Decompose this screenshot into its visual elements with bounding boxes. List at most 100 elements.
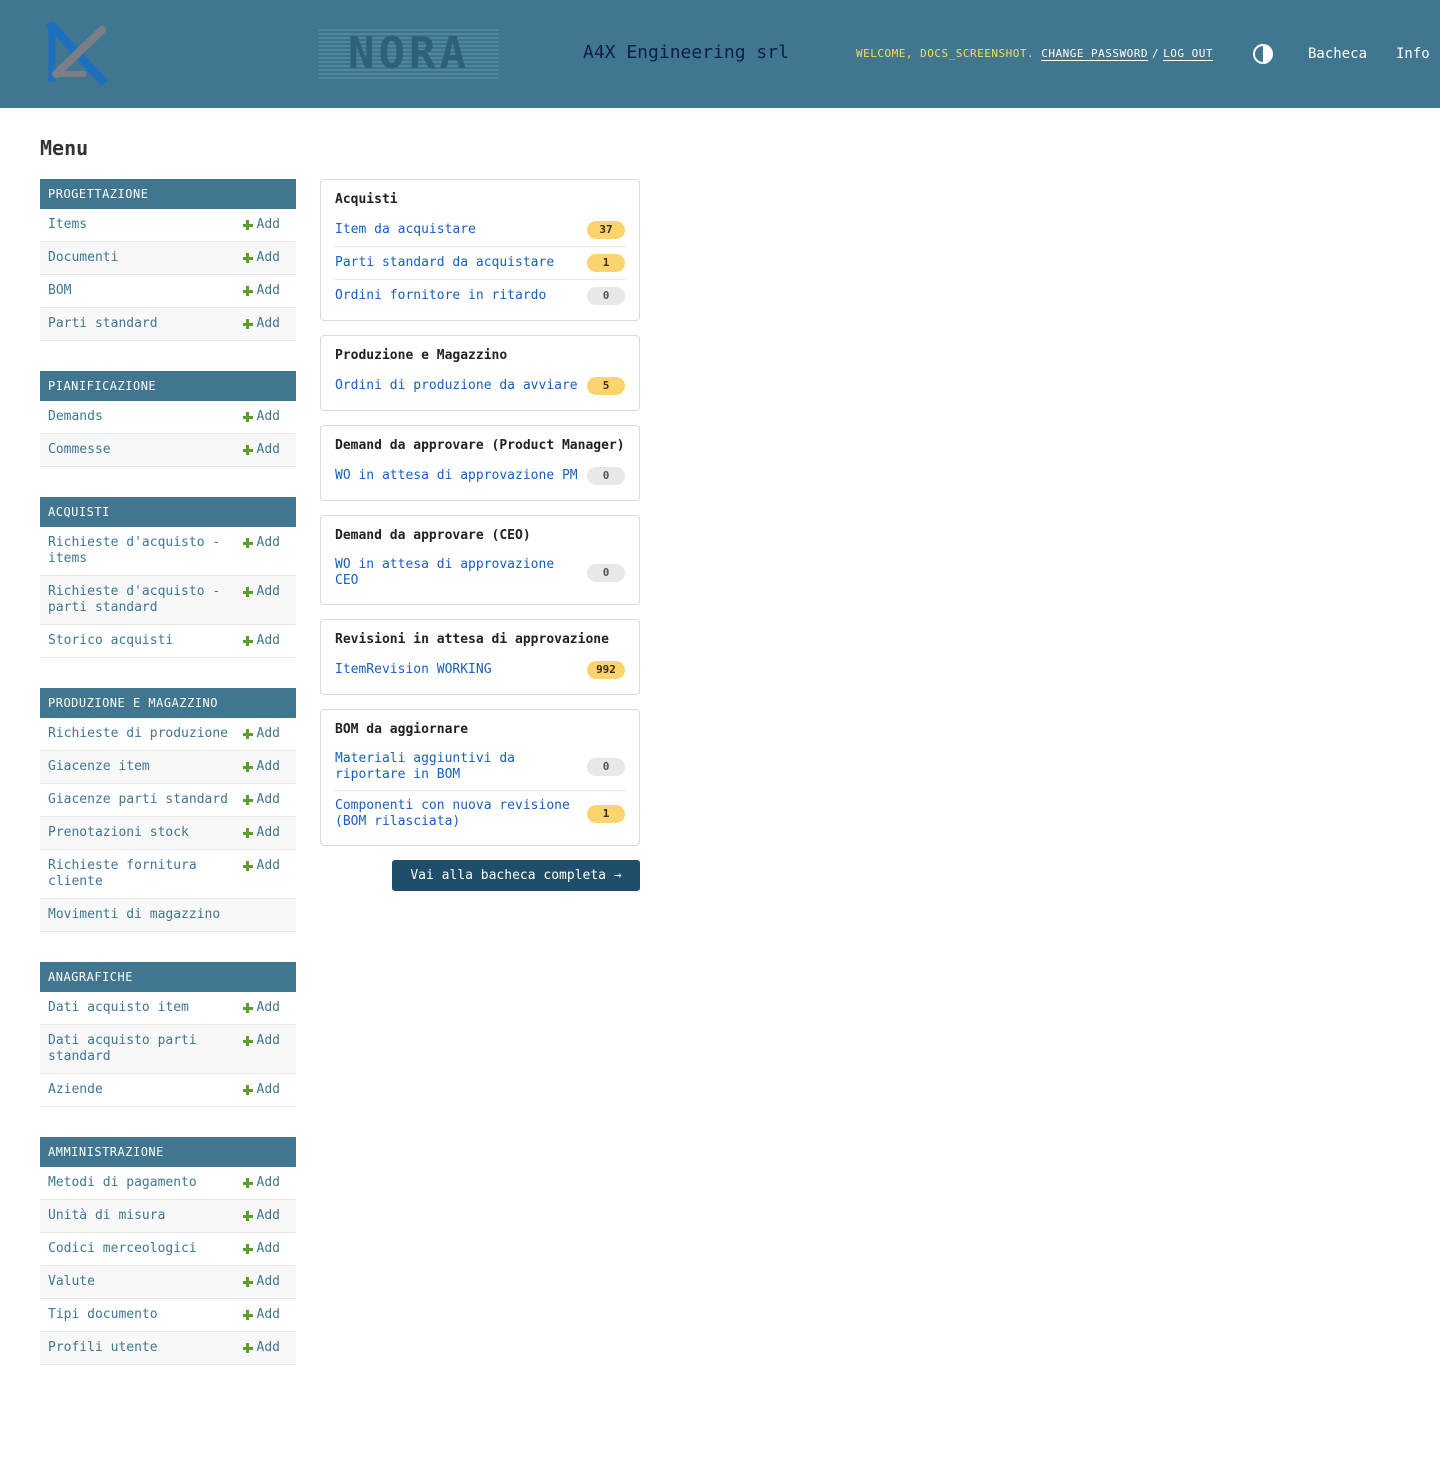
menu-row-tipi-documento: Tipi documento Add	[40, 1299, 296, 1332]
add-button[interactable]: Add	[242, 535, 280, 551]
add-label: Add	[256, 584, 280, 599]
menu-link-commesse[interactable]: Commesse	[48, 442, 111, 458]
logout-link[interactable]: LOG OUT	[1163, 47, 1213, 60]
menu-link-documenti[interactable]: Documenti	[48, 250, 118, 266]
a4x-logo-icon[interactable]	[45, 19, 109, 87]
add-button[interactable]: Add	[242, 858, 280, 874]
add-label: Add	[256, 726, 280, 741]
card-demand-da-approvare-product-manager: Demand da approvare (Product Manager) WO …	[320, 425, 640, 501]
add-button[interactable]: Add	[242, 1082, 280, 1098]
menu-link-prenotazioni-stock[interactable]: Prenotazioni stock	[48, 825, 189, 841]
add-button[interactable]: Add	[242, 409, 280, 425]
full-dashboard-button[interactable]: Vai alla bacheca completa →	[392, 860, 640, 891]
add-button[interactable]: Add	[242, 1175, 280, 1191]
menu-row-richieste-d-acquisto-items: Richieste d'acquisto - items Add	[40, 527, 296, 576]
menu-row-richieste-fornitura-cliente: Richieste fornitura cliente Add	[40, 850, 296, 899]
menu-link-richieste-di-produzione[interactable]: Richieste di produzione	[48, 726, 228, 742]
add-button[interactable]: Add	[242, 759, 280, 775]
menu-link-metodi-di-pagamento[interactable]: Metodi di pagamento	[48, 1175, 197, 1191]
add-button[interactable]: Add	[242, 1000, 280, 1016]
menu-link-parti-standard[interactable]: Parti standard	[48, 316, 158, 332]
card-link-componenti-con-nuova-revisione-bom-rilasciata[interactable]: Componenti con nuova revisione (BOM rila…	[335, 798, 580, 830]
add-button[interactable]: Add	[242, 283, 280, 299]
add-button[interactable]: Add	[242, 442, 280, 458]
menu-link-richieste-d-acquisto-items[interactable]: Richieste d'acquisto - items	[48, 535, 233, 567]
menu-link-richieste-d-acquisto-parti-standard[interactable]: Richieste d'acquisto - parti standard	[48, 584, 233, 616]
module-amministrazione: AMMINISTRAZIONE Metodi di pagamento Add Uni…	[40, 1137, 296, 1365]
app-menu: PROGETTAZIONE Items Add Documenti Add BOM Add P…	[40, 179, 296, 1395]
add-button[interactable]: Add	[242, 726, 280, 742]
menu-link-profili-utente[interactable]: Profili utente	[48, 1340, 158, 1356]
card-link-wo-in-attesa-di-approvazione-ceo[interactable]: WO in attesa di approvazione CEO	[335, 557, 580, 589]
menu-link-dati-acquisto-parti-standard[interactable]: Dati acquisto parti standard	[48, 1033, 233, 1065]
menu-link-bom[interactable]: BOM	[48, 283, 71, 299]
add-button[interactable]: Add	[242, 584, 280, 600]
add-button[interactable]: Add	[242, 1033, 280, 1049]
add-button[interactable]: Add	[242, 217, 280, 233]
menu-link-unita-di-misura[interactable]: Unità di misura	[48, 1208, 165, 1224]
module-caption: PIANIFICAZIONE	[40, 371, 296, 401]
menu-row-dati-acquisto-item: Dati acquisto item Add	[40, 992, 296, 1025]
menu-link-valute[interactable]: Valute	[48, 1274, 95, 1290]
nav-info-link[interactable]: Info	[1396, 46, 1430, 62]
add-label: Add	[256, 1241, 280, 1256]
card-title: BOM da aggiornare	[335, 722, 469, 737]
add-button[interactable]: Add	[242, 1241, 280, 1257]
menu-link-giacenze-item[interactable]: Giacenze item	[48, 759, 150, 775]
plus-icon	[242, 795, 253, 805]
menu-link-codici-merceologici[interactable]: Codici merceologici	[48, 1241, 197, 1257]
menu-link-demands[interactable]: Demands	[48, 409, 103, 425]
plus-icon	[242, 319, 253, 329]
menu-link-storico-acquisti[interactable]: Storico acquisti	[48, 633, 173, 649]
add-button[interactable]: Add	[242, 316, 280, 332]
add-button[interactable]: Add	[242, 250, 280, 266]
menu-link-giacenze-parti-standard[interactable]: Giacenze parti standard	[48, 792, 228, 808]
user-tools: WELCOME, DOCS_SCREENSHOT. CHANGE PASSWOR…	[856, 47, 1213, 60]
menu-row-richieste-d-acquisto-parti-standard: Richieste d'acquisto - parti standard Add	[40, 576, 296, 625]
menu-link-items[interactable]: Items	[48, 217, 87, 233]
nav-bacheca-link[interactable]: Bacheca	[1308, 46, 1367, 62]
menu-row-richieste-di-produzione: Richieste di produzione Add	[40, 718, 296, 751]
card-row: ItemRevision WORKING 992	[335, 654, 625, 686]
add-button[interactable]: Add	[242, 825, 280, 841]
add-button[interactable]: Add	[242, 1340, 280, 1356]
count-badge: 0	[587, 287, 625, 305]
menu-row-demands: Demands Add	[40, 401, 296, 434]
menu-row-storico-acquisti: Storico acquisti Add	[40, 625, 296, 658]
add-label: Add	[256, 535, 280, 550]
menu-link-richieste-fornitura-cliente[interactable]: Richieste fornitura cliente	[48, 858, 233, 890]
card-link-itemrevision-working[interactable]: ItemRevision WORKING	[335, 662, 492, 678]
card-link-materiali-aggiuntivi-da-riportare-in-bom[interactable]: Materiali aggiuntivi da riportare in BOM	[335, 751, 580, 783]
add-label: Add	[256, 442, 280, 457]
card-link-parti-standard-da-acquistare[interactable]: Parti standard da acquistare	[335, 255, 554, 271]
add-button[interactable]: Add	[242, 1208, 280, 1224]
add-button[interactable]: Add	[242, 792, 280, 808]
menu-link-aziende[interactable]: Aziende	[48, 1082, 103, 1098]
menu-link-movimenti-di-magazzino[interactable]: Movimenti di magazzino	[48, 907, 220, 923]
menu-row-dati-acquisto-parti-standard: Dati acquisto parti standard Add	[40, 1025, 296, 1074]
card-link-ordini-di-produzione-da-avviare[interactable]: Ordini di produzione da avviare	[335, 378, 578, 394]
add-label: Add	[256, 283, 280, 298]
menu-link-dati-acquisto-item[interactable]: Dati acquisto item	[48, 1000, 189, 1016]
count-badge: 1	[587, 254, 625, 272]
site-header: NORA A4X Engineering srl WELCOME, DOCS_S…	[0, 0, 1440, 108]
card-link-item-da-acquistare[interactable]: Item da acquistare	[335, 222, 476, 238]
add-button[interactable]: Add	[242, 1307, 280, 1323]
change-password-link[interactable]: CHANGE PASSWORD	[1041, 47, 1148, 60]
plus-icon	[242, 1244, 253, 1254]
add-label: Add	[256, 1307, 280, 1322]
card-row: Ordini fornitore in ritardo 0	[335, 280, 625, 312]
menu-row-prenotazioni-stock: Prenotazioni stock Add	[40, 817, 296, 850]
theme-toggle-icon[interactable]	[1253, 44, 1273, 64]
card-link-wo-in-attesa-di-approvazione-pm[interactable]: WO in attesa di approvazione PM	[335, 468, 578, 484]
card-title: Demand da approvare (CEO)	[335, 528, 531, 543]
card-acquisti: Acquisti Item da acquistare 37 Parti standa…	[320, 179, 640, 321]
menu-row-movimenti-di-magazzino: Movimenti di magazzino	[40, 899, 296, 932]
add-button[interactable]: Add	[242, 633, 280, 649]
card-link-ordini-fornitore-in-ritardo[interactable]: Ordini fornitore in ritardo	[335, 288, 546, 304]
card-revisioni-in-attesa-di-approvazione: Revisioni in attesa di approvazione ItemR…	[320, 619, 640, 695]
plus-icon	[242, 220, 253, 230]
menu-row-giacenze-item: Giacenze item Add	[40, 751, 296, 784]
menu-link-tipi-documento[interactable]: Tipi documento	[48, 1307, 158, 1323]
add-button[interactable]: Add	[242, 1274, 280, 1290]
